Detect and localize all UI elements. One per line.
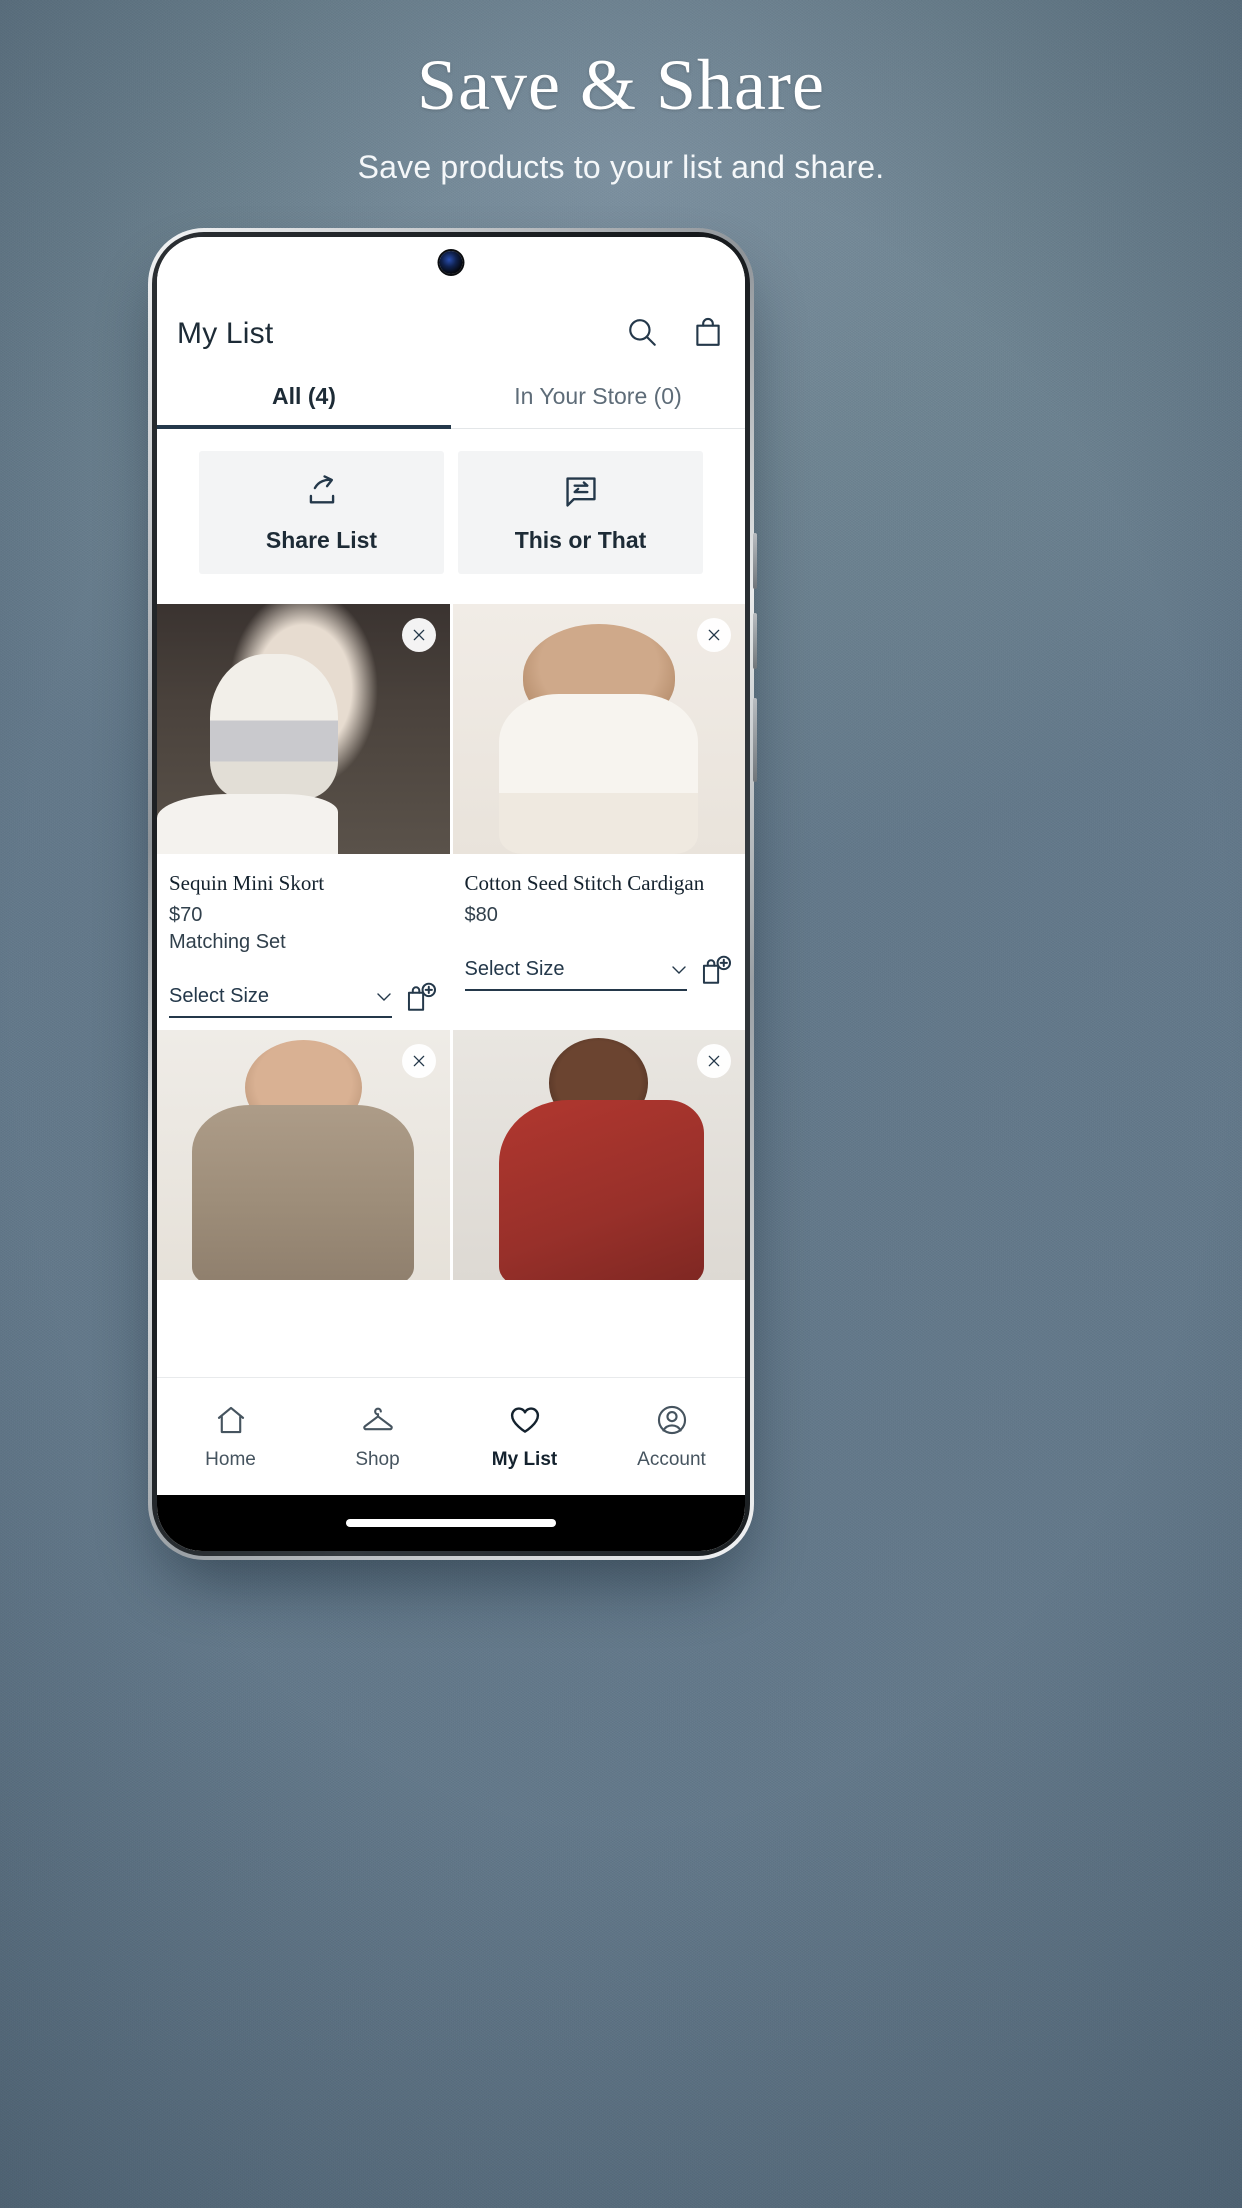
share-icon <box>309 475 334 504</box>
nav-item-home[interactable]: Home <box>157 1403 304 1471</box>
product-details: Sequin Mini Skort $70 Matching Set Selec… <box>157 854 450 1030</box>
product-image[interactable] <box>157 1030 450 1281</box>
page-title: Save & Share <box>417 45 825 125</box>
add-to-bag-icon[interactable] <box>699 953 733 987</box>
hanger-icon <box>362 1407 393 1430</box>
product-card[interactable]: Cotton Seed Stitch Cardigan $80 Select S… <box>452 604 746 1031</box>
close-icon <box>708 629 720 641</box>
front-camera <box>439 251 463 274</box>
product-image[interactable] <box>452 604 745 854</box>
product-price: $80 <box>464 904 498 927</box>
nav-label-my-list: My List <box>491 1448 558 1470</box>
chevron-down-icon <box>672 966 686 974</box>
search-icon[interactable] <box>625 315 659 349</box>
product-image[interactable] <box>157 604 450 854</box>
remove-product-button[interactable] <box>697 618 731 652</box>
compare-chat-icon <box>565 477 596 507</box>
size-select-label: Select Size <box>169 985 270 1008</box>
phone-screen: My List All (4) In Your Store (0) Share … <box>157 237 745 1551</box>
product-card[interactable] <box>452 1030 745 1281</box>
product-name: Sequin Mini Skort <box>169 871 325 895</box>
app-container: My List All (4) In Your Store (0) Share … <box>157 237 745 1551</box>
page-subtitle: Save products to your list and share. <box>357 148 885 185</box>
this-or-that-button[interactable]: This or That <box>458 451 703 574</box>
shopping-bag-icon[interactable] <box>691 315 725 349</box>
phone-mockup: My List All (4) In Your Store (0) Share … <box>148 228 757 1560</box>
chevron-down-icon <box>376 993 391 1001</box>
remove-product-button[interactable] <box>401 1044 436 1079</box>
nav-item-shop[interactable]: Shop <box>304 1403 451 1471</box>
close-icon <box>708 1055 720 1067</box>
app-title: My List <box>177 317 274 350</box>
home-indicator[interactable] <box>346 1519 556 1527</box>
header-icon-group <box>625 315 725 351</box>
size-row: Select Size <box>464 953 734 992</box>
size-select[interactable]: Select Size <box>169 985 392 1019</box>
phone-frame: My List All (4) In Your Store (0) Share … <box>148 228 757 1560</box>
nav-item-account[interactable]: Account <box>598 1403 745 1471</box>
tab-in-your-store[interactable]: In Your Store (0) <box>451 365 745 428</box>
size-row: Select Size <box>169 980 438 1019</box>
nav-label-home: Home <box>205 1448 256 1470</box>
product-card[interactable]: Sequin Mini Skort $70 Matching Set Selec… <box>157 604 450 1031</box>
phone-button-power[interactable] <box>753 698 757 782</box>
nav-label-account: Account <box>637 1448 706 1470</box>
heart-icon <box>510 1406 539 1433</box>
add-to-bag-icon[interactable] <box>404 980 438 1014</box>
bottom-navigation: Home Shop My List Account <box>157 1377 745 1495</box>
phone-button-top[interactable] <box>753 533 757 589</box>
product-grid: Sequin Mini Skort $70 Matching Set Selec… <box>157 604 746 1281</box>
product-details: Cotton Seed Stitch Cardigan $80 Select S… <box>453 854 746 1003</box>
tab-all[interactable]: All (4) <box>157 365 451 429</box>
remove-product-button[interactable] <box>401 618 436 652</box>
product-name: Cotton Seed Stitch Cardigan <box>464 871 705 895</box>
earpiece-speaker <box>336 241 566 245</box>
share-list-button[interactable]: Share List <box>199 451 444 574</box>
remove-product-button[interactable] <box>697 1044 731 1079</box>
close-icon <box>413 629 424 641</box>
hero-section: Save & Share Save products to your list … <box>0 44 1242 186</box>
nav-item-my-list[interactable]: My List <box>451 1403 598 1471</box>
size-select-label: Select Size <box>464 958 565 981</box>
product-price: $70 <box>169 904 203 927</box>
account-icon <box>657 1405 686 1434</box>
home-indicator-area <box>157 1495 745 1551</box>
home-icon <box>217 1406 244 1433</box>
list-actions: Share List This or That <box>157 429 745 604</box>
size-select[interactable]: Select Size <box>464 958 687 992</box>
phone-button-middle[interactable] <box>753 613 757 669</box>
product-card[interactable] <box>157 1030 450 1281</box>
list-tabs: All (4) In Your Store (0) <box>157 365 745 429</box>
this-or-that-label: This or That <box>514 527 647 553</box>
product-badge: Matching Set <box>169 931 286 954</box>
product-image[interactable] <box>452 1030 745 1281</box>
share-list-label: Share List <box>265 527 378 553</box>
nav-label-shop: Shop <box>355 1448 400 1470</box>
close-icon <box>413 1055 424 1067</box>
